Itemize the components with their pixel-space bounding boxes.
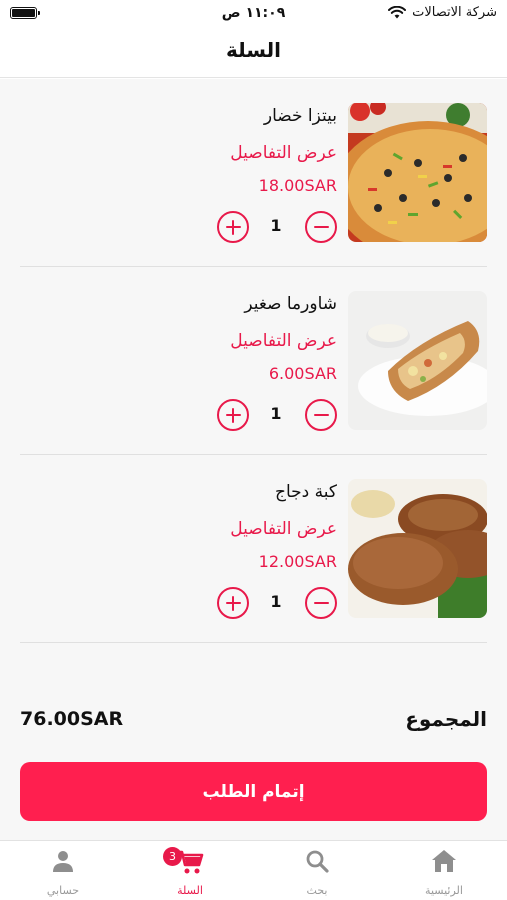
tab-label: السلة <box>177 884 203 897</box>
item-price: 12.00SAR <box>258 552 337 571</box>
cart-count-badge: 3 <box>163 847 182 866</box>
item-name: كبة دجاج <box>275 482 337 502</box>
increase-quantity-button[interactable] <box>217 587 249 619</box>
tab-home[interactable]: الرئيسية <box>381 841 507 900</box>
total-label: المجموع <box>405 707 487 731</box>
chicken-kibbeh-image[interactable] <box>348 479 487 618</box>
item-price: 18.00SAR <box>258 176 337 195</box>
view-details-link[interactable]: عرض التفاصيل <box>230 331 337 351</box>
quantity-value: 1 <box>270 216 282 235</box>
minus-icon <box>313 225 329 229</box>
home-icon <box>431 849 457 873</box>
view-details-link[interactable]: عرض التفاصيل <box>230 519 337 539</box>
status-carrier: شركة الاتصالات <box>388 5 497 20</box>
decrease-quantity-button[interactable] <box>305 211 337 243</box>
wifi-icon <box>388 6 407 19</box>
view-details-link[interactable]: عرض التفاصيل <box>230 143 337 163</box>
cart-item: كبة دجاج عرض التفاصيل 12.00SAR 1 <box>20 455 487 643</box>
quantity-value: 1 <box>270 404 282 423</box>
minus-icon <box>313 601 329 605</box>
search-icon <box>305 849 329 873</box>
increase-quantity-button[interactable] <box>217 211 249 243</box>
carrier-name: شركة الاتصالات <box>412 5 497 20</box>
decrease-quantity-button[interactable] <box>305 399 337 431</box>
cart-item: شاورما صغير عرض التفاصيل 6.00SAR 1 <box>20 267 487 455</box>
tab-label: بحث <box>306 884 328 897</box>
tab-bar: حسابي 3 السلة بحث الرئيسية <box>0 840 507 900</box>
cart-item: بيتزا خضار عرض التفاصيل 18.00SAR 1 <box>20 79 487 267</box>
item-name: بيتزا خضار <box>263 106 337 126</box>
shawarma-wrap-image[interactable] <box>348 291 487 430</box>
item-price: 6.00SAR <box>268 364 337 383</box>
decrease-quantity-button[interactable] <box>305 587 337 619</box>
quantity-value: 1 <box>270 592 282 611</box>
quantity-stepper: 1 <box>217 399 337 433</box>
status-bar: ١١:٠٩ ص شركة الاتصالات <box>0 0 507 28</box>
tab-search[interactable]: بحث <box>254 841 380 900</box>
veggie-pizza-image[interactable] <box>348 103 487 242</box>
page-title: السلة <box>225 38 281 62</box>
tab-account[interactable]: حسابي <box>0 841 126 900</box>
person-icon <box>51 849 75 873</box>
quantity-stepper: 1 <box>217 211 337 245</box>
nav-bar: السلة <box>0 28 507 78</box>
quantity-stepper: 1 <box>217 587 337 621</box>
tab-label: حسابي <box>46 884 80 897</box>
total-value: 76.00SAR <box>20 708 124 730</box>
item-name: شاورما صغير <box>244 294 337 314</box>
tab-label: الرئيسية <box>425 884 463 897</box>
checkout-button[interactable]: إتمام الطلب <box>20 762 487 821</box>
tab-cart[interactable]: 3 السلة <box>127 841 253 900</box>
increase-quantity-button[interactable] <box>217 399 249 431</box>
minus-icon <box>313 413 329 417</box>
